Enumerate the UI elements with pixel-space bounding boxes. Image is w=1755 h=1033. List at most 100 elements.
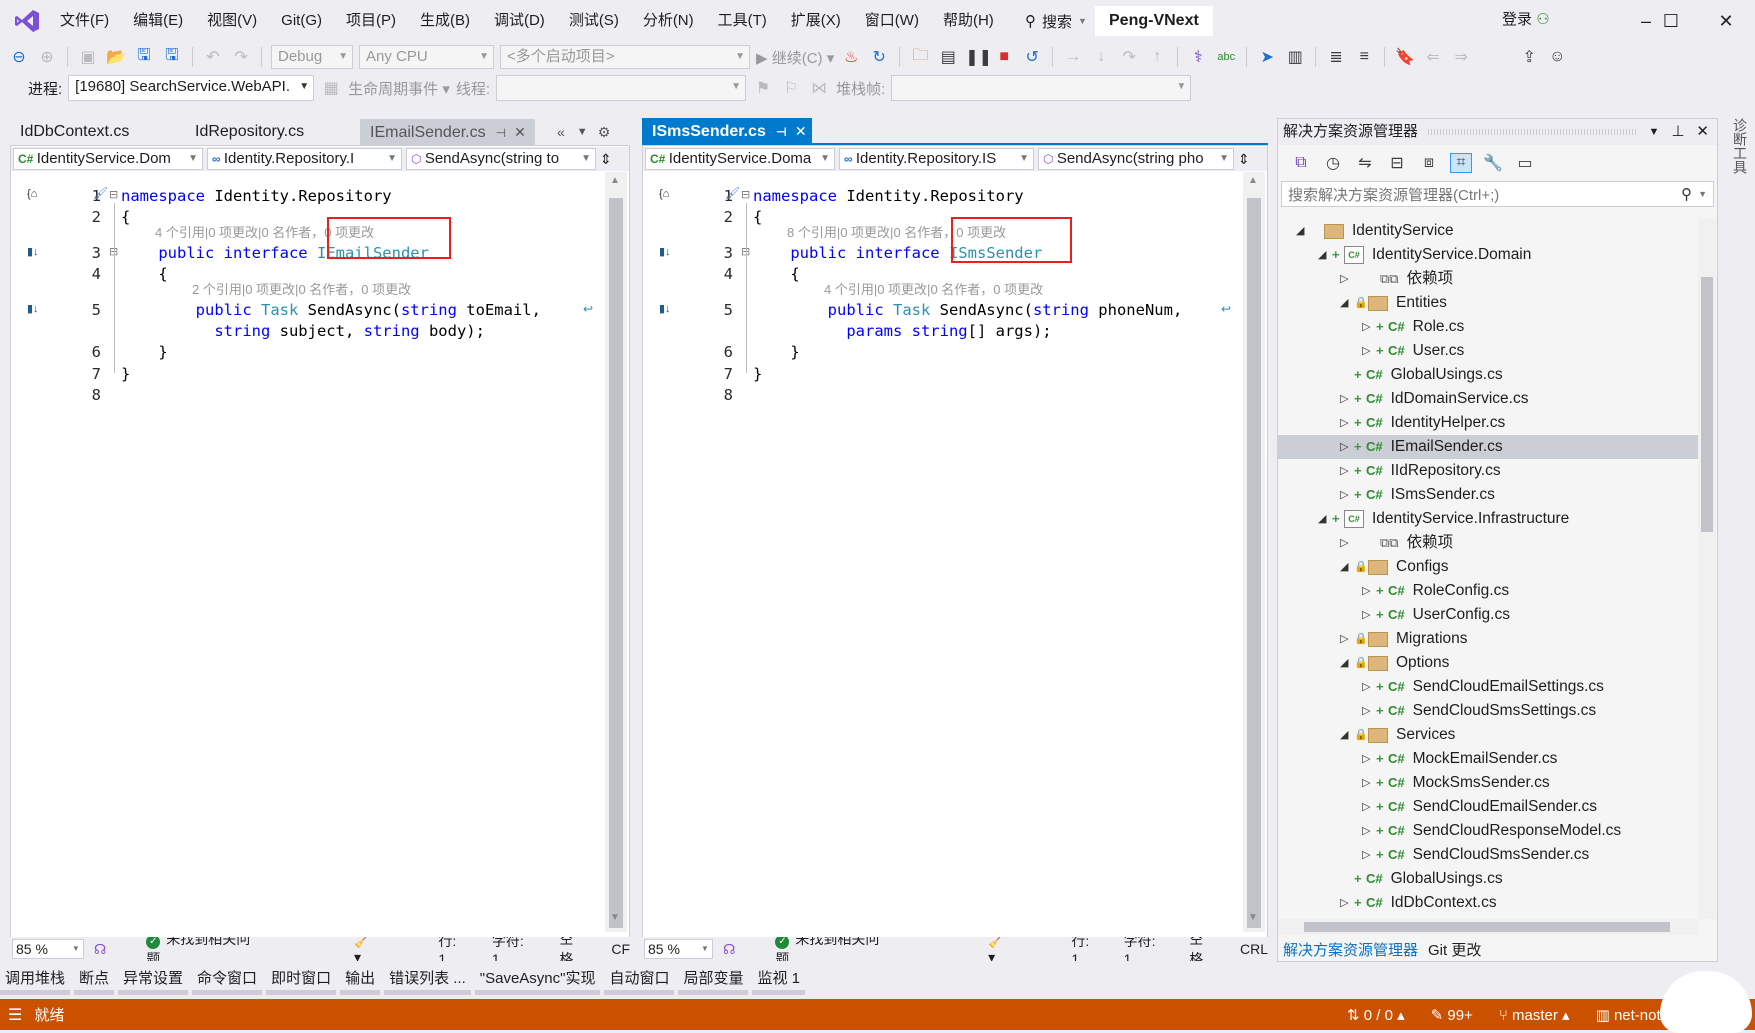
collapsed-arrow-icon[interactable]: ▷ <box>1362 603 1376 627</box>
close-tab-icon[interactable]: ✕ <box>795 123 807 139</box>
tree-item[interactable]: ▷ + C# MockSmsSender.cs <box>1278 771 1698 795</box>
save-icon[interactable]: 🖫 <box>133 44 155 71</box>
tree-horizontal-scrollbar[interactable] <box>1278 919 1698 935</box>
indent-icon[interactable]: ≣ <box>1325 47 1347 67</box>
collapsed-arrow-icon[interactable]: ▷ <box>1362 747 1376 771</box>
side-tab-diagnostic-tools[interactable]: 诊断工具 <box>1730 118 1750 174</box>
new-item-icon[interactable]: ▣ <box>77 47 99 67</box>
stop-icon[interactable]: ■ <box>993 48 1015 66</box>
redo-icon[interactable]: ↷ <box>230 47 252 67</box>
collapsed-arrow-icon[interactable]: ▷ <box>1362 315 1376 339</box>
prev-bookmark-icon[interactable]: ⇐ <box>1422 47 1444 67</box>
collapsed-arrow-icon[interactable]: ▷ <box>1362 579 1376 603</box>
member-dropdown[interactable]: ⬡ SendAsync(string pho ▼ <box>1038 148 1234 170</box>
project-dropdown[interactable]: C# IdentityService.Doma ▼ <box>645 148 835 170</box>
login-button[interactable]: 登录 ⚇ <box>1502 8 1550 29</box>
tree-item[interactable]: ▷ + C# IdentityHelper.cs <box>1278 411 1698 435</box>
scrollbar-thumb[interactable] <box>1247 198 1261 928</box>
tree-item[interactable]: ▷ + C# ISmsSender.cs <box>1278 483 1698 507</box>
expanded-arrow-icon[interactable]: ◢ <box>1340 651 1354 675</box>
comment-icon[interactable]: ≡ <box>1353 48 1375 66</box>
tree-item[interactable]: ◢ 🔒 Configs <box>1278 555 1698 579</box>
collapsed-arrow-icon[interactable]: ▷ <box>1340 531 1354 555</box>
expanded-arrow-icon[interactable]: ◢ <box>1318 507 1332 531</box>
code-cleanup-icon[interactable]: 🧹▾ <box>988 937 1011 961</box>
issues-indicator[interactable]: ✓ 未找到相关问题 <box>146 937 264 961</box>
bottom-tab[interactable]: 自动窗口 <box>604 968 675 995</box>
collapsed-arrow-icon[interactable]: ▷ <box>1362 843 1376 867</box>
tab-solution-explorer[interactable]: 解决方案资源管理器 <box>1283 939 1418 960</box>
tree-item[interactable]: ▷ + C# IIdRepository.cs <box>1278 459 1698 483</box>
tree-item[interactable]: + C# GlobalUsings.cs <box>1278 363 1698 387</box>
menu-item[interactable]: 扩展(X) <box>779 0 853 42</box>
implementation-glyph-icon[interactable]: ▮↓ <box>27 302 39 315</box>
copilot-icon[interactable]: ☊ <box>723 941 735 958</box>
menu-item[interactable]: 帮助(H) <box>931 0 1006 42</box>
collapsed-arrow-icon[interactable]: ▷ <box>1362 699 1376 723</box>
implementation-glyph-icon[interactable]: ▮↓ <box>659 302 671 315</box>
menu-item[interactable]: Git(G) <box>269 0 334 42</box>
scroll-down-icon[interactable]: ▼ <box>610 912 620 923</box>
flag-icon[interactable]: ⚑ <box>752 78 774 98</box>
status-char[interactable]: 字符: 1 <box>492 937 535 961</box>
show-all-files-icon[interactable]: ⧈ <box>1418 154 1440 172</box>
scroll-down-icon[interactable]: ▼ <box>1248 912 1258 923</box>
codelens-info[interactable]: 2 个引用|0 项更改|0 名作者，0 项更改 <box>192 279 411 300</box>
zoom-dropdown[interactable]: 85 % ▼ <box>644 939 713 959</box>
tree-item[interactable]: ▷ + C# SendCloudResponseModel.cs <box>1278 819 1698 843</box>
share-icon[interactable]: ⇪ <box>1518 47 1540 67</box>
collapsed-arrow-icon[interactable]: ▷ <box>1362 771 1376 795</box>
type-dropdown[interactable]: ∞ Identity.Repository.I ▼ <box>207 148 402 170</box>
menu-item[interactable]: 分析(N) <box>631 0 706 42</box>
status-line[interactable]: 行: 1 <box>438 937 468 961</box>
lifecycle-events-button[interactable]: 生命周期事件 ▾ <box>348 78 450 99</box>
collapsed-arrow-icon[interactable]: ▷ <box>1340 387 1354 411</box>
search-button[interactable]: ⚲ 搜索 ▼ <box>1025 10 1087 32</box>
restart-icon[interactable]: ↻ <box>868 47 890 67</box>
dropdown-icon[interactable]: ▼ <box>1648 119 1659 145</box>
tab-iddbcontext[interactable]: IdDbContext.cs <box>10 119 185 145</box>
collapsed-arrow-icon[interactable]: ▷ <box>1362 795 1376 819</box>
window-layout-icon[interactable]: ▤ <box>937 47 959 67</box>
project-dropdown[interactable]: C# IdentityService.Dom ▼ <box>13 148 203 170</box>
tree-item[interactable]: ▷ + C# RoleConfig.cs <box>1278 579 1698 603</box>
implementation-glyph-icon[interactable]: ▮↓ <box>27 245 39 258</box>
restart-debug-icon[interactable]: ↺ <box>1021 47 1043 67</box>
tree-item[interactable]: ▷ + C# IdDbContext.cs <box>1278 891 1698 915</box>
tree-item[interactable]: ▷ + C# IEmailSender.cs <box>1278 435 1698 459</box>
thread-dropdown[interactable]: ▼ <box>496 75 747 101</box>
platform-dropdown[interactable]: Any CPU ▼ <box>359 45 494 69</box>
tree-item[interactable]: ◢ 🔒 Services <box>1278 723 1698 747</box>
bottom-tab[interactable]: 输出 <box>340 968 381 995</box>
expanded-arrow-icon[interactable]: ◢ <box>1340 723 1354 747</box>
tree-item[interactable]: ▷ ⧉⧉ 依赖项 <box>1278 531 1698 555</box>
collapsed-arrow-icon[interactable]: ▷ <box>1362 339 1376 363</box>
tree-item[interactable]: ▷ + C# SendCloudEmailSender.cs <box>1278 795 1698 819</box>
bottom-tab[interactable]: 监视 1 <box>752 968 805 995</box>
menu-item[interactable]: 生成(B) <box>408 0 482 42</box>
status-eol[interactable]: CF <box>611 941 630 957</box>
codelens-info[interactable]: 4 个引用|0 项更改|0 名作者，0 项更改 <box>824 279 1043 300</box>
vertical-scrollbar[interactable]: ▲ ▼ <box>605 172 627 932</box>
tree-item[interactable]: ▷ + C# UserConfig.cs <box>1278 603 1698 627</box>
menu-item[interactable]: 编辑(E) <box>121 0 195 42</box>
expanded-arrow-icon[interactable]: ◢ <box>1296 219 1310 243</box>
collapsed-arrow-icon[interactable]: ▷ <box>1340 411 1354 435</box>
tab-idrepository[interactable]: IdRepository.cs <box>185 119 360 145</box>
collapsed-arrow-icon[interactable]: ▷ <box>1340 267 1354 291</box>
tree-item[interactable]: ◢ + C# IdentityService.Domain <box>1278 243 1698 267</box>
member-dropdown[interactable]: ⬡ SendAsync(string to ▼ <box>406 148 596 170</box>
tree-item[interactable]: ▷ + C# User.cs <box>1278 339 1698 363</box>
menu-item[interactable]: 工具(T) <box>706 0 779 42</box>
flag-threads-icon[interactable]: ⚐ <box>780 78 802 98</box>
tab-list-icon[interactable]: ▼ <box>577 126 588 138</box>
menu-item[interactable]: 调试(D) <box>482 0 557 42</box>
bottom-tab[interactable]: 局部变量 <box>678 968 749 995</box>
stackframe-dropdown[interactable]: ▼ <box>891 75 1192 101</box>
tree-item[interactable]: ▷ ⧉⧉ 依赖项 <box>1278 267 1698 291</box>
properties-icon[interactable]: 🔧 <box>1482 153 1504 173</box>
process-dropdown[interactable]: [19680] SearchService.WebAPI. ▼ <box>68 75 315 101</box>
status-eol[interactable]: CRL <box>1240 941 1268 957</box>
menu-item[interactable]: 文件(F) <box>48 0 121 42</box>
tree-vertical-scrollbar[interactable] <box>1698 219 1716 919</box>
